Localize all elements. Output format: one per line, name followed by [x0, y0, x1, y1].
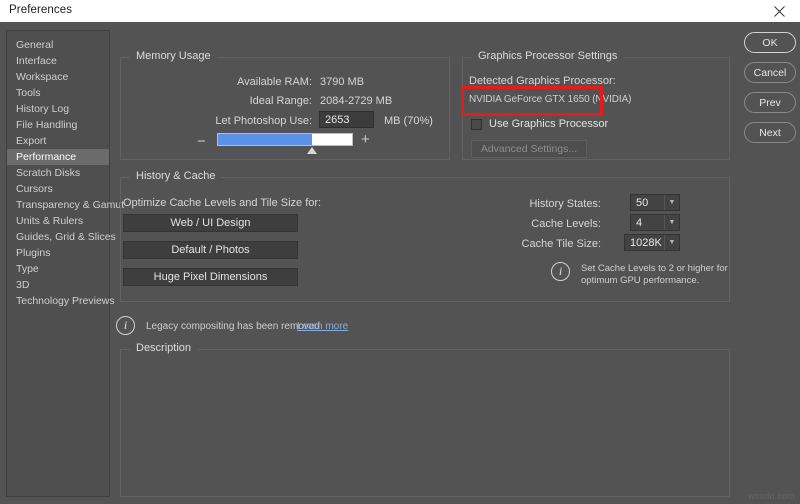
advanced-settings-button: Advanced Settings... [471, 140, 587, 158]
memory-slider[interactable] [217, 133, 353, 146]
sidebar-item-file-handling[interactable]: File Handling [7, 117, 109, 133]
window-titlebar: Preferences [0, 0, 800, 23]
available-ram-label: Available RAM: [237, 76, 312, 88]
ideal-range-label: Ideal Range: [249, 95, 312, 107]
let-photoshop-use-input[interactable]: 2653 [319, 111, 374, 128]
description-group: Description [120, 342, 730, 497]
use-graphics-processor-label: Use Graphics Processor [489, 118, 609, 130]
preset-huge-pixel-dimensions-button[interactable]: Huge Pixel Dimensions [123, 268, 298, 286]
available-ram-value: 3790 MB [320, 76, 365, 88]
chevron-down-icon: ▼ [664, 215, 679, 230]
optimize-cache-label: Optimize Cache Levels and Tile Size for: [123, 197, 322, 209]
sidebar-item-interface[interactable]: Interface [7, 53, 109, 69]
graphics-processor-group: Graphics Processor Settings Detected Gra… [462, 50, 730, 160]
cache-levels-dropdown[interactable]: 4 ▼ [630, 214, 680, 231]
learn-more-link[interactable]: Learn more [297, 321, 348, 332]
sidebar-item-transparency-gamut[interactable]: Transparency & Gamut [7, 197, 124, 213]
detected-gpu-label: Detected Graphics Processor: [469, 75, 616, 87]
dialog-button-column: OK Cancel Prev Next [744, 32, 796, 152]
cache-levels-hint-text: Set Cache Levels to 2 or higher for opti… [581, 263, 728, 286]
chevron-down-icon: ▼ [664, 195, 679, 210]
cancel-button[interactable]: Cancel [744, 62, 796, 83]
sidebar-item-type[interactable]: Type [7, 261, 109, 277]
info-icon: i [116, 316, 135, 335]
sidebar-item-general[interactable]: General [7, 37, 109, 53]
cache-levels-label: Cache Levels: [531, 218, 601, 230]
info-icon: i [551, 262, 570, 281]
cache-tile-size-dropdown[interactable]: 1028K ▼ [624, 234, 680, 251]
sidebar-item-plugins[interactable]: Plugins [7, 245, 109, 261]
chevron-down-icon: ▼ [664, 235, 679, 250]
memory-percent-label: MB (70%) [384, 115, 433, 127]
sidebar-item-cursors[interactable]: Cursors [7, 181, 109, 197]
preferences-dialog: General Interface Workspace Tools History Lo… [0, 22, 800, 504]
preset-default-photos-button[interactable]: Default / Photos [123, 241, 298, 259]
cache-levels-value: 4 [636, 216, 643, 229]
sidebar-item-3d[interactable]: 3D [7, 277, 109, 293]
prev-button[interactable]: Prev [744, 92, 796, 113]
next-button[interactable]: Next [744, 122, 796, 143]
ok-button[interactable]: OK [744, 32, 796, 53]
sidebar-item-history-log[interactable]: History Log [7, 101, 109, 117]
slider-increase-button[interactable]: + [361, 132, 370, 147]
use-graphics-processor-checkbox[interactable] [471, 118, 482, 130]
history-states-value: 50 [636, 196, 649, 209]
slider-decrease-button[interactable]: − [197, 134, 206, 149]
sidebar-item-performance[interactable]: Performance [7, 149, 109, 165]
memory-slider-thumb[interactable] [307, 147, 318, 154]
memory-usage-legend: Memory Usage [130, 50, 217, 62]
ideal-range-value: 2084-2729 MB [320, 95, 393, 107]
use-graphics-processor-checkbox-row[interactable]: Use Graphics Processor [471, 118, 608, 130]
history-cache-legend: History & Cache [130, 170, 222, 182]
let-photoshop-use-label: Let Photoshop Use: [215, 115, 312, 127]
history-cache-group: History & Cache Optimize Cache Levels an… [120, 170, 730, 302]
history-states-label: History States: [529, 198, 601, 210]
sidebar-item-scratch-disks[interactable]: Scratch Disks [7, 165, 109, 181]
window-title: Preferences [9, 4, 73, 16]
sidebar-item-units-rulers[interactable]: Units & Rulers [7, 213, 109, 229]
description-legend: Description [130, 342, 198, 354]
sidebar-item-technology-previews[interactable]: Technology Previews [7, 293, 115, 309]
cache-tile-size-value: 1028K [630, 236, 662, 249]
cache-tile-size-label: Cache Tile Size: [521, 238, 601, 250]
memory-slider-fill [218, 134, 312, 145]
close-button[interactable] [758, 0, 800, 22]
sidebar-item-workspace[interactable]: Workspace [7, 69, 109, 85]
memory-usage-group: Memory Usage Available RAM: 3790 MB Idea… [120, 50, 450, 160]
legacy-compositing-text: Legacy compositing has been removed [146, 321, 320, 332]
close-icon [773, 5, 785, 17]
watermark: wsxdn.com [748, 491, 795, 501]
history-states-dropdown[interactable]: 50 ▼ [630, 194, 680, 211]
detected-gpu-model: NVIDIA GeForce GTX 1650 (NVIDIA) [469, 94, 632, 105]
sidebar-item-export[interactable]: Export [7, 133, 109, 149]
sidebar-item-tools[interactable]: Tools [7, 85, 109, 101]
preferences-sidebar: General Interface Workspace Tools History Lo… [6, 30, 124, 497]
preset-web-ui-design-button[interactable]: Web / UI Design [123, 214, 298, 232]
gpu-legend: Graphics Processor Settings [472, 50, 624, 62]
sidebar-item-guides-grid-slices[interactable]: Guides, Grid & Slices [7, 229, 116, 245]
